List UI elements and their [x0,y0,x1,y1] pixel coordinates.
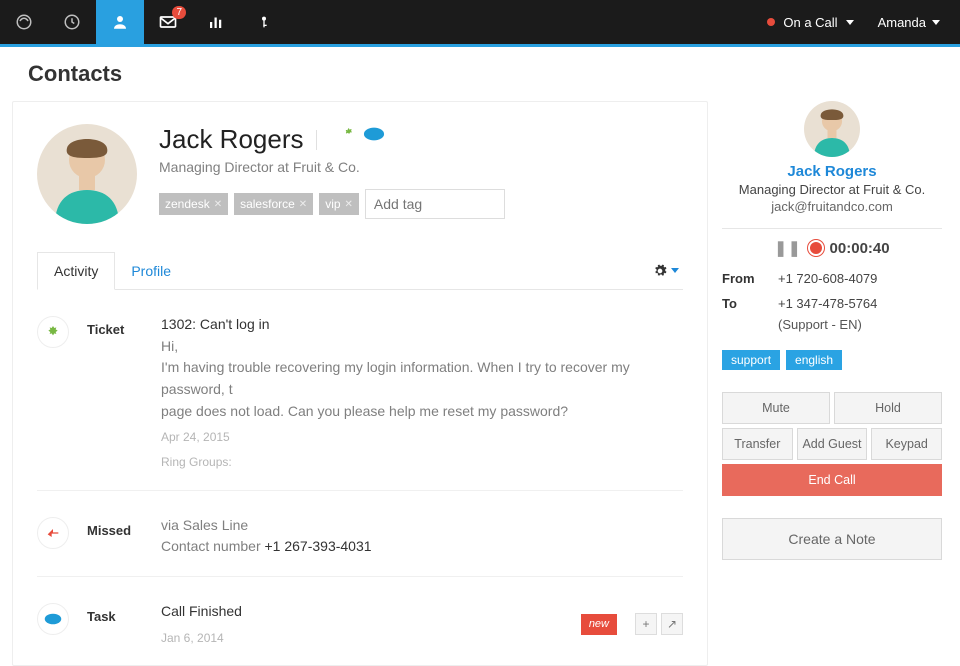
side-avatar [804,101,860,157]
task-date: Jan 6, 2014 [161,629,581,648]
missed-contact-prefix: Contact number [161,538,265,554]
hold-button[interactable]: Hold [834,392,942,424]
activity-type-label: Task [87,601,143,647]
nav-contacts[interactable] [96,0,144,44]
pause-icon[interactable]: ❚❚ [774,239,801,257]
tag-zendesk[interactable]: zendesk✕ [159,193,228,215]
inbox-badge: 7 [172,6,186,19]
person-icon [111,13,129,31]
from-label: From [722,271,778,286]
tab-profile[interactable]: Profile [115,253,187,289]
page-title: Contacts [0,47,960,97]
create-note-button[interactable]: Create a Note [722,518,942,560]
nav-clock[interactable] [48,0,96,44]
activity-type-label: Ticket [87,314,143,472]
task-add-button[interactable]: + [635,613,657,635]
tag-vip[interactable]: vip✕ [319,193,359,215]
tab-activity[interactable]: Activity [37,252,115,290]
plus-icon: + [642,615,649,634]
add-tag-input[interactable] [365,189,505,219]
mute-button[interactable]: Mute [722,392,830,424]
caret-down-icon [846,20,854,25]
missed-via: via Sales Line [161,515,683,537]
key-icon [256,14,272,30]
contact-avatar [37,124,137,224]
zendesk-icon [339,126,357,144]
activity-ticket: Ticket 1302: Can't log in Hi, I'm having… [37,290,683,491]
ticket-greeting: Hi, [161,336,683,358]
user-name: Amanda [878,15,926,30]
transfer-button[interactable]: Transfer [722,428,793,460]
contact-name: Jack Rogers [159,124,304,155]
nav-stats[interactable] [192,0,240,44]
to-meta: (Support - EN) [722,317,942,332]
call-status[interactable]: On a Call [753,0,867,44]
side-contact-subtitle: Managing Director at Fruit & Co. [722,182,942,197]
ticket-body-2: page does not load. Can you please help … [161,401,683,423]
to-number: +1 347-478-5764 [778,296,877,311]
side-tag-english[interactable]: english [786,350,842,370]
new-pill: new [581,614,617,635]
tags-row: zendesk✕ salesforce✕ vip✕ [159,189,505,219]
share-icon: ↗ [667,615,677,634]
from-number: +1 720-608-4079 [778,271,877,286]
ticket-ringgroups: Ring Groups: [161,453,683,472]
activity-task: Task Call Finished Jan 6, 2014 new + ↗ [37,577,683,665]
to-label: To [722,296,778,311]
tabs: Activity Profile [37,252,683,290]
task-source-icon [37,603,69,635]
call-controls: Mute Hold [722,392,942,424]
gear-icon [653,264,667,278]
timer-value: 00:00:40 [830,240,890,257]
salesforce-icon [363,126,385,142]
call-timer: ❚❚ 00:00:40 [722,239,942,257]
contact-panel: Jack Rogers Managing Director at Fruit &… [12,101,708,666]
record-icon[interactable] [810,242,822,254]
missed-contact-number[interactable]: +1 267-393-4031 [265,538,372,554]
add-guest-button[interactable]: Add Guest [797,428,868,460]
contact-subtitle: Managing Director at Fruit & Co. [159,159,505,175]
status-label: On a Call [783,15,837,30]
call-sidebar: Jack Rogers Managing Director at Fruit &… [722,101,942,666]
nav-logo[interactable] [0,0,48,44]
remove-tag-icon[interactable]: ✕ [299,199,307,210]
remove-tag-icon[interactable]: ✕ [214,199,222,210]
missed-source-icon [37,517,69,549]
bars-icon [207,13,225,31]
activity-missed: Missed via Sales Line Contact number +1 … [37,491,683,577]
keypad-button[interactable]: Keypad [871,428,942,460]
nav-inbox[interactable]: 7 [144,0,192,44]
caret-down-icon [932,20,940,25]
top-nav: 7 On a Call Amanda [0,0,960,44]
nav-key[interactable] [240,0,288,44]
side-tags: support english [722,350,942,370]
tab-settings[interactable] [649,264,683,278]
end-call-button[interactable]: End Call [722,464,942,496]
ticket-title[interactable]: 1302: Can't log in [161,314,683,336]
caret-down-icon [671,268,679,273]
user-menu[interactable]: Amanda [868,0,960,44]
task-share-button[interactable]: ↗ [661,613,683,635]
tag-salesforce[interactable]: salesforce✕ [234,193,313,215]
remove-tag-icon[interactable]: ✕ [345,199,353,210]
activity-type-label: Missed [87,515,143,558]
ticket-source-icon [37,316,69,348]
task-title[interactable]: Call Finished [161,601,581,623]
side-contact-email[interactable]: jack@fruitandco.com [722,199,942,214]
clock-icon [63,13,81,31]
ticket-body-1: I'm having trouble recovering my login i… [161,357,683,400]
side-contact-name[interactable]: Jack Rogers [722,163,942,180]
ticket-date: Apr 24, 2015 [161,428,683,447]
side-tag-support[interactable]: support [722,350,780,370]
status-dot-icon [767,18,775,26]
